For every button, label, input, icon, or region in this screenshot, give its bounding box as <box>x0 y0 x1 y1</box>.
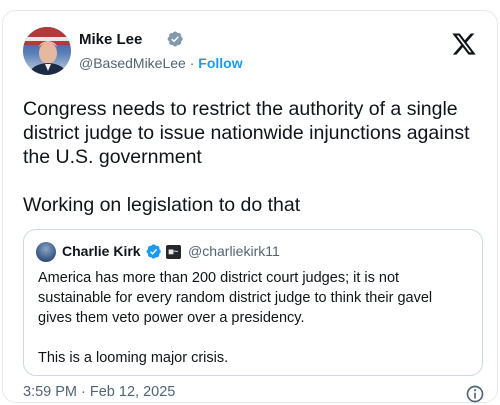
quoted-author-name[interactable]: Charlie Kirk <box>62 243 141 259</box>
author-handle[interactable]: @BasedMikeLee <box>79 55 186 71</box>
author-name[interactable]: Mike Lee <box>79 31 142 48</box>
affiliate-badge-icon: ■~ <box>166 245 181 259</box>
quoted-author-avatar[interactable] <box>36 242 56 262</box>
tweet-text: Congress needs to restrict the authority… <box>23 98 470 216</box>
quoted-verified-badge-icon <box>146 244 161 259</box>
avatar-photo <box>23 27 71 75</box>
post-timestamp[interactable]: 3:59 PM · Feb 12, 2025 <box>23 384 175 400</box>
x-logo-icon[interactable] <box>451 31 477 57</box>
separator-dot: · <box>189 55 195 71</box>
verified-badge-icon <box>167 31 183 47</box>
quoted-tweet[interactable]: Charlie Kirk ■~ @charliekirk11 America h… <box>23 229 483 376</box>
follow-button[interactable]: Follow <box>198 55 242 71</box>
author-avatar[interactable] <box>23 27 71 75</box>
tweet-card[interactable]: Mike Lee @BasedMikeLee · Follow Congress… <box>2 10 498 403</box>
info-icon[interactable] <box>465 384 485 404</box>
author-handle-row: @BasedMikeLee · Follow <box>79 55 243 71</box>
quoted-tweet-text: America has more than 200 district court… <box>38 270 433 366</box>
quoted-author-handle[interactable]: @charliekirk11 <box>188 243 280 259</box>
